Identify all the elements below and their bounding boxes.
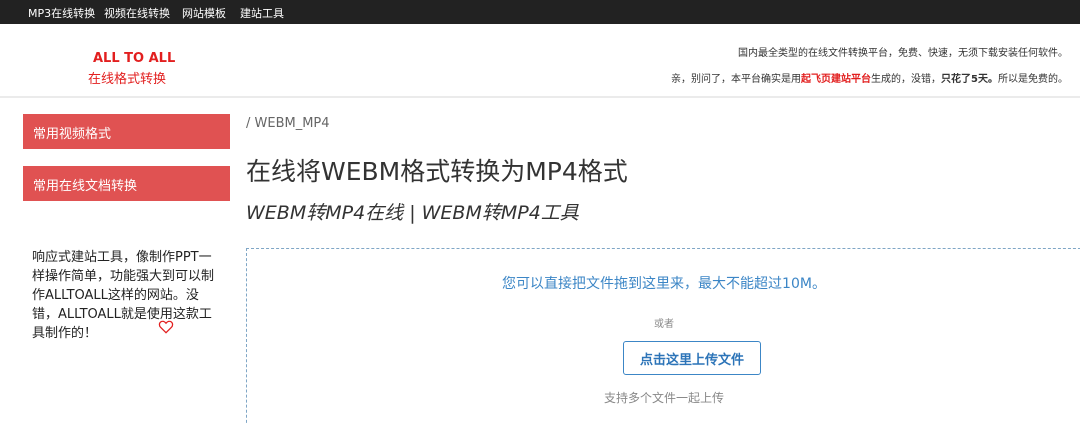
nav-mp3-convert[interactable]: MP3在线转换 — [28, 5, 95, 21]
builder-platform-link[interactable]: 起飞页建站平台 — [801, 74, 871, 85]
sidebar-promo-text: 响应式建站工具，像制作PPT一样操作简单，功能强大到可以制作ALLTOALL这样… — [32, 250, 215, 341]
multi-upload-hint: 支持多个文件一起上传 — [603, 391, 724, 405]
heart-outline-icon — [158, 320, 174, 334]
header-note-part3: 所以是免费的。 — [998, 74, 1068, 85]
header-divider — [0, 96, 1080, 98]
nav-site-templates[interactable]: 网站模板 — [182, 5, 226, 21]
header-note-part2: 生成的，没错， — [871, 74, 942, 85]
site-header: ALL TO ALL 在线格式转换 国内最全类型的在线文件转换平台，免费、快速，… — [0, 24, 1080, 96]
header-note: 亲，别问了，本平台确实是用起飞页建站平台生成的，没错，只花了5天。所以是免费的。 — [671, 70, 1068, 85]
upload-file-button[interactable]: 点击这里上传文件 — [623, 341, 761, 375]
breadcrumb: / WEBM_MP4 — [246, 116, 330, 131]
header-note-bold: 只花了5天。 — [941, 74, 998, 85]
header-note-part1: 亲，别问了，本平台确实是用 — [671, 74, 802, 85]
or-separator: 或者 — [654, 319, 674, 330]
file-drop-zone[interactable]: 您可以直接把文件拖到这里来，最大不能超过10M。 或者 点击这里上传文件 支持多… — [246, 248, 1080, 423]
header-tagline: 国内最全类型的在线文件转换平台，免费、快速，无须下载安装任何软件。 — [738, 48, 1068, 59]
sidebar-doc-convert-button[interactable]: 常用在线文档转换 — [23, 166, 230, 201]
nav-video-convert[interactable]: 视频在线转换 — [104, 5, 170, 21]
page-title: 在线将WEBM格式转换为MP4格式 — [246, 157, 628, 186]
page-subtitle: WEBM转MP4在线 | WEBM转MP4工具 — [246, 202, 579, 224]
drop-zone-instruction: 您可以直接把文件拖到这里来，最大不能超过10M。 — [502, 276, 826, 292]
nav-site-tools[interactable]: 建站工具 — [240, 5, 284, 21]
top-nav-bar: MP3在线转换 视频在线转换 网站模板 建站工具 — [0, 0, 1080, 24]
logo-text-line2[interactable]: 在线格式转换 — [88, 68, 166, 87]
logo-text-line1[interactable]: ALL TO ALL — [93, 51, 175, 66]
sidebar-video-formats-button[interactable]: 常用视频格式 — [23, 114, 230, 149]
